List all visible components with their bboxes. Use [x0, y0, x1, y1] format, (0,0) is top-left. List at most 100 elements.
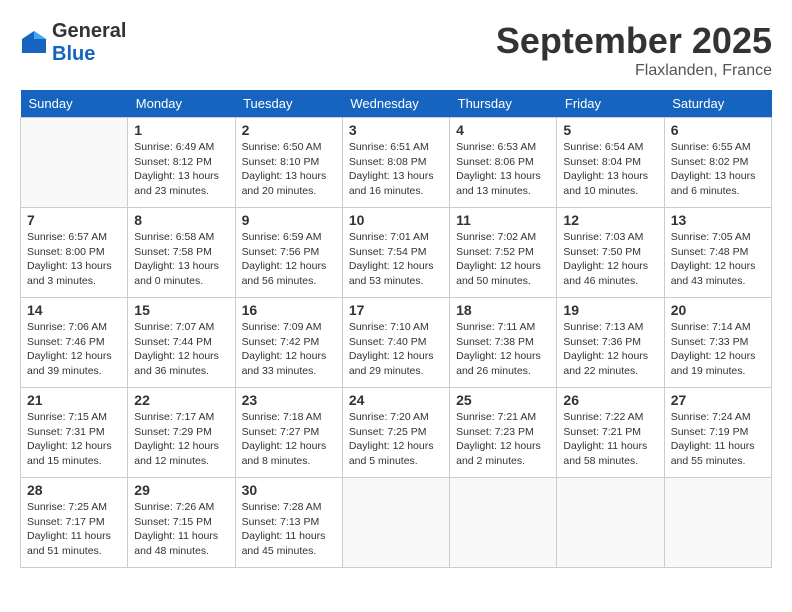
calendar-cell: 30 Sunrise: 7:28 AM Sunset: 7:13 PM Dayli…: [235, 478, 342, 568]
logo: General Blue: [20, 20, 126, 66]
calendar-cell: 15Sunrise: 7:07 AM Sunset: 7:44 PM Dayli…: [128, 298, 235, 388]
weekday-header-friday: Friday: [557, 90, 664, 118]
day-number: 12: [563, 212, 657, 228]
calendar-cell: 10Sunrise: 7:01 AM Sunset: 7:54 PM Dayli…: [342, 208, 449, 298]
day-number: 29: [134, 482, 228, 498]
day-number: 1: [134, 122, 228, 138]
logo-blue: Blue: [52, 43, 95, 65]
calendar-cell: 22 Sunrise: 7:17 AM Sunset: 7:29 PM Dayli…: [128, 388, 235, 478]
day-info: Sunrise: 7:15 AM Sunset: 7:31 PM Dayligh…: [27, 410, 121, 469]
logo-general: General: [52, 20, 126, 42]
calendar-cell: 14 Sunrise: 7:06 AM Sunset: 7:46 PM Dayli…: [21, 298, 128, 388]
day-info: Sunrise: 7:03 AM Sunset: 7:50 PM Dayligh…: [563, 230, 657, 289]
day-info: Sunrise: 7:06 AM Sunset: 7:46 PM Dayligh…: [27, 320, 121, 379]
day-info: Sunrise: 7:24 AM Sunset: 7:19 PM Dayligh…: [671, 410, 765, 469]
day-info: Sunrise: 6:54 AM Sunset: 8:04 PM Dayligh…: [563, 140, 657, 199]
location-title: Flaxlanden, France: [496, 62, 772, 80]
day-info: Sunrise: 7:05 AM Sunset: 7:48 PM Dayligh…: [671, 230, 765, 289]
day-number: 14: [27, 302, 121, 318]
day-info: Sunrise: 6:55 AM Sunset: 8:02 PM Dayligh…: [671, 140, 765, 199]
calendar-cell: [342, 478, 449, 568]
calendar-cell: [21, 118, 128, 208]
calendar-cell: 23 Sunrise: 7:18 AM Sunset: 7:27 PM Dayli…: [235, 388, 342, 478]
day-info: Sunrise: 7:20 AM Sunset: 7:25 PM Dayligh…: [349, 410, 443, 469]
day-info: Sunrise: 6:49 AM Sunset: 8:12 PM Dayligh…: [134, 140, 228, 199]
weekday-header-tuesday: Tuesday: [235, 90, 342, 118]
day-number: 4: [456, 122, 550, 138]
calendar-cell: 27 Sunrise: 7:24 AM Sunset: 7:19 PM Dayli…: [664, 388, 771, 478]
calendar-cell: [557, 478, 664, 568]
day-info: Sunrise: 7:10 AM Sunset: 7:40 PM Dayligh…: [349, 320, 443, 379]
header: General Blue September 2025 Flaxlanden, …: [20, 20, 772, 80]
calendar-cell: [664, 478, 771, 568]
day-info: Sunrise: 7:26 AM Sunset: 7:15 PM Dayligh…: [134, 500, 228, 559]
weekday-header-wednesday: Wednesday: [342, 90, 449, 118]
weekday-header-row: SundayMondayTuesdayWednesdayThursdayFrid…: [21, 90, 772, 118]
calendar-cell: 18 Sunrise: 7:11 AM Sunset: 7:38 PM Dayli…: [450, 298, 557, 388]
day-number: 22: [134, 392, 228, 408]
weekday-header-saturday: Saturday: [664, 90, 771, 118]
day-info: Sunrise: 7:18 AM Sunset: 7:27 PM Dayligh…: [242, 410, 336, 469]
day-number: 30: [242, 482, 336, 498]
day-number: 16: [242, 302, 336, 318]
day-number: 5: [563, 122, 657, 138]
day-number: 8: [134, 212, 228, 228]
calendar-cell: 1 Sunrise: 6:49 AM Sunset: 8:12 PM Daylig…: [128, 118, 235, 208]
day-info: Sunrise: 7:11 AM Sunset: 7:38 PM Dayligh…: [456, 320, 550, 379]
day-info: Sunrise: 7:13 AM Sunset: 7:36 PM Dayligh…: [563, 320, 657, 379]
calendar-cell: 24Sunrise: 7:20 AM Sunset: 7:25 PM Dayli…: [342, 388, 449, 478]
calendar-cell: 8 Sunrise: 6:58 AM Sunset: 7:58 PM Daylig…: [128, 208, 235, 298]
day-number: 21: [27, 392, 121, 408]
weekday-header-thursday: Thursday: [450, 90, 557, 118]
calendar-cell: 26 Sunrise: 7:22 AM Sunset: 7:21 PM Dayli…: [557, 388, 664, 478]
day-info: Sunrise: 6:53 AM Sunset: 8:06 PM Dayligh…: [456, 140, 550, 199]
day-info: Sunrise: 7:07 AM Sunset: 7:44 PM Dayligh…: [134, 320, 228, 379]
day-number: 6: [671, 122, 765, 138]
calendar-cell: 9 Sunrise: 6:59 AM Sunset: 7:56 PM Daylig…: [235, 208, 342, 298]
calendar-cell: 3 Sunrise: 6:51 AM Sunset: 8:08 PM Daylig…: [342, 118, 449, 208]
logo-icon: [20, 29, 48, 57]
calendar-cell: 29 Sunrise: 7:26 AM Sunset: 7:15 PM Dayli…: [128, 478, 235, 568]
day-number: 20: [671, 302, 765, 318]
day-number: 3: [349, 122, 443, 138]
day-info: Sunrise: 7:14 AM Sunset: 7:33 PM Dayligh…: [671, 320, 765, 379]
day-number: 17: [349, 302, 443, 318]
calendar-cell: 17 Sunrise: 7:10 AM Sunset: 7:40 PM Dayli…: [342, 298, 449, 388]
month-title: September 2025: [496, 20, 772, 62]
day-info: Sunrise: 7:17 AM Sunset: 7:29 PM Dayligh…: [134, 410, 228, 469]
calendar-cell: 20 Sunrise: 7:14 AM Sunset: 7:33 PM Dayli…: [664, 298, 771, 388]
day-info: Sunrise: 7:28 AM Sunset: 7:13 PM Dayligh…: [242, 500, 336, 559]
week-row-5: 28Sunrise: 7:25 AM Sunset: 7:17 PM Dayli…: [21, 478, 772, 568]
day-number: 2: [242, 122, 336, 138]
weekday-header-sunday: Sunday: [21, 90, 128, 118]
week-row-4: 21 Sunrise: 7:15 AM Sunset: 7:31 PM Dayli…: [21, 388, 772, 478]
calendar-cell: 28Sunrise: 7:25 AM Sunset: 7:17 PM Dayli…: [21, 478, 128, 568]
day-number: 25: [456, 392, 550, 408]
day-info: Sunrise: 6:57 AM Sunset: 8:00 PM Dayligh…: [27, 230, 121, 289]
calendar-cell: 16Sunrise: 7:09 AM Sunset: 7:42 PM Dayli…: [235, 298, 342, 388]
week-row-1: 1 Sunrise: 6:49 AM Sunset: 8:12 PM Daylig…: [21, 118, 772, 208]
day-number: 13: [671, 212, 765, 228]
calendar-cell: 25 Sunrise: 7:21 AM Sunset: 7:23 PM Dayli…: [450, 388, 557, 478]
calendar-cell: 13 Sunrise: 7:05 AM Sunset: 7:48 PM Dayli…: [664, 208, 771, 298]
day-info: Sunrise: 7:21 AM Sunset: 7:23 PM Dayligh…: [456, 410, 550, 469]
day-number: 23: [242, 392, 336, 408]
day-info: Sunrise: 6:59 AM Sunset: 7:56 PM Dayligh…: [242, 230, 336, 289]
day-number: 18: [456, 302, 550, 318]
day-number: 9: [242, 212, 336, 228]
calendar-cell: 19Sunrise: 7:13 AM Sunset: 7:36 PM Dayli…: [557, 298, 664, 388]
calendar-cell: 7Sunrise: 6:57 AM Sunset: 8:00 PM Daylig…: [21, 208, 128, 298]
week-row-2: 7Sunrise: 6:57 AM Sunset: 8:00 PM Daylig…: [21, 208, 772, 298]
day-number: 26: [563, 392, 657, 408]
day-info: Sunrise: 7:25 AM Sunset: 7:17 PM Dayligh…: [27, 500, 121, 559]
day-number: 10: [349, 212, 443, 228]
calendar-cell: 2Sunrise: 6:50 AM Sunset: 8:10 PM Daylig…: [235, 118, 342, 208]
day-info: Sunrise: 7:22 AM Sunset: 7:21 PM Dayligh…: [563, 410, 657, 469]
calendar-cell: 4 Sunrise: 6:53 AM Sunset: 8:06 PM Daylig…: [450, 118, 557, 208]
day-info: Sunrise: 6:58 AM Sunset: 7:58 PM Dayligh…: [134, 230, 228, 289]
week-row-3: 14 Sunrise: 7:06 AM Sunset: 7:46 PM Dayli…: [21, 298, 772, 388]
day-info: Sunrise: 7:02 AM Sunset: 7:52 PM Dayligh…: [456, 230, 550, 289]
calendar-cell: 21 Sunrise: 7:15 AM Sunset: 7:31 PM Dayli…: [21, 388, 128, 478]
day-number: 27: [671, 392, 765, 408]
day-info: Sunrise: 6:51 AM Sunset: 8:08 PM Dayligh…: [349, 140, 443, 199]
